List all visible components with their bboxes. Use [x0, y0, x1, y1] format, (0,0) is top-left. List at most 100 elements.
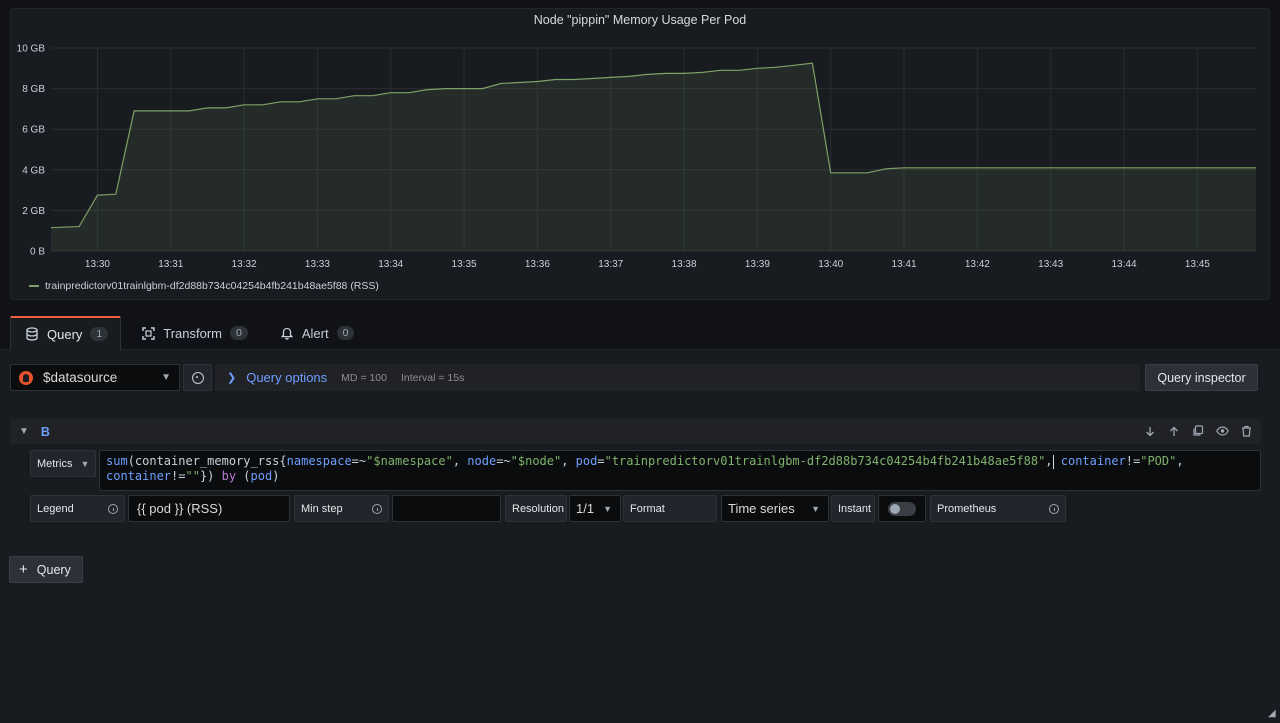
legend-label[interactable]: trainpredictorv01trainlgbm-df2d88b734c04… — [45, 280, 379, 292]
add-query-label: Query — [36, 562, 71, 577]
expr-close: }) — [199, 469, 222, 483]
x-tick-label: 13:44 — [1111, 259, 1136, 270]
add-query-button[interactable]: + Query — [9, 556, 83, 583]
format-value: Time series — [728, 501, 795, 516]
expr-paren: ) — [272, 469, 280, 483]
expr-by: by — [221, 469, 237, 483]
resolution-value: 1/1 — [576, 501, 595, 516]
move-down-icon[interactable] — [1143, 424, 1157, 438]
format-select[interactable]: Time series ▼ — [721, 495, 829, 522]
y-tick-label: 0 B — [30, 247, 45, 258]
x-tick-label: 13:31 — [158, 259, 183, 270]
expr-op: =~ — [496, 454, 511, 468]
legend-item[interactable]: trainpredictorv01trainlgbm-df2d88b734c04… — [29, 280, 379, 292]
expr-value-node: "$node" — [510, 454, 562, 468]
trash-icon[interactable] — [1239, 424, 1253, 438]
info-icon[interactable] — [108, 503, 118, 514]
prometheus-exemplars-label: Prometheus — [930, 495, 1066, 522]
x-tick-label: 13:37 — [598, 259, 623, 270]
expr-value-namespace: "$namespace" — [366, 454, 453, 468]
legend-format-input[interactable]: {{ pod }} (RSS) — [128, 495, 290, 522]
metrics-label: Metrics — [37, 457, 73, 470]
expr-label-container: container — [106, 469, 172, 483]
x-tick-label: 13:32 — [232, 259, 257, 270]
instant-toggle-box[interactable] — [878, 495, 926, 522]
expr-label-node: node — [467, 454, 497, 468]
info-icon[interactable] — [372, 503, 382, 514]
x-tick-label: 13:38 — [672, 259, 697, 270]
bell-icon — [280, 326, 294, 340]
expr-sep: , — [561, 454, 576, 468]
expr-sep: , — [1045, 454, 1053, 468]
x-tick-label: 13:35 — [452, 259, 477, 270]
prometheus-logo-icon — [19, 370, 33, 385]
chevron-down-icon: ▼ — [811, 503, 820, 514]
prometheus-text: Prometheus — [937, 502, 997, 515]
plus-icon: + — [19, 561, 28, 578]
y-tick-label: 10 GB — [17, 44, 46, 55]
expr-metric: (container_memory_rss{ — [127, 454, 287, 468]
expr-group-pod: pod — [250, 469, 273, 483]
expr-op: != — [171, 469, 186, 483]
promql-query-input[interactable]: sum(container_memory_rss{namespace=~"$na… — [99, 450, 1261, 491]
metrics-browser-button[interactable]: Metrics ▼ — [30, 450, 96, 477]
x-tick-label: 13:45 — [1185, 259, 1210, 270]
y-tick-label: 6 GB — [22, 125, 45, 136]
tab-query-label: Query — [47, 326, 83, 342]
tab-alert-count: 0 — [336, 326, 355, 340]
chevron-down-icon: ▼ — [80, 458, 90, 469]
interval-info: Interval = 15s — [400, 371, 465, 384]
x-tick-label: 13:36 — [525, 259, 550, 270]
x-tick-label: 13:41 — [892, 259, 917, 270]
panel-title[interactable]: Node "pippin" Memory Usage Per Pod — [11, 13, 1269, 27]
tab-transform[interactable]: Transform 0 — [127, 316, 260, 350]
datasource-help-button[interactable] — [183, 364, 212, 391]
x-tick-label: 13:39 — [745, 259, 770, 270]
x-tick-label: 13:40 — [818, 259, 843, 270]
expr-value-container: "POD" — [1140, 454, 1177, 468]
min-step-label: Min step — [294, 495, 389, 522]
database-icon — [25, 327, 39, 341]
memory-chart: 0 B 2 GB 4 GB 6 GB 8 GB 10 GB 13:30 13:31 13:32 1… — [17, 44, 1256, 270]
y-tick-label: 4 GB — [22, 165, 45, 176]
y-tick-label: 8 GB — [22, 84, 45, 95]
duplicate-icon[interactable] — [1191, 424, 1205, 438]
min-step-text: Min step — [301, 502, 343, 515]
x-tick-label: 13:34 — [378, 259, 403, 270]
collapse-chevron-icon[interactable]: ▼ — [19, 426, 29, 437]
resolution-select[interactable]: 1/1 ▼ — [569, 495, 621, 522]
expr-label-pod: pod — [575, 454, 598, 468]
legend-swatch — [29, 285, 39, 287]
chevron-down-icon: ▼ — [161, 372, 171, 383]
x-tick-label: 13:43 — [1038, 259, 1063, 270]
expr-label-container: container — [1053, 454, 1126, 468]
query-editor-area — [0, 350, 1280, 723]
tab-transform-count: 0 — [230, 326, 248, 340]
x-tick-label: 13:42 — [965, 259, 990, 270]
series-area — [51, 63, 1256, 252]
query-options-toggle[interactable]: ❯ Query options MD = 100 Interval = 15s — [215, 364, 1140, 391]
expr-op: =~ — [351, 454, 367, 468]
help-icon — [191, 371, 204, 384]
max-data-points-info: MD = 100 — [341, 371, 387, 384]
x-tick-label: 13:33 — [305, 259, 330, 270]
expr-op: != — [1125, 454, 1141, 468]
expr-label-namespace: namespace — [286, 454, 352, 468]
eye-icon[interactable] — [1215, 424, 1229, 438]
transform-icon — [141, 326, 155, 340]
x-tick-label: 13:30 — [85, 259, 110, 270]
min-step-input[interactable] — [392, 495, 501, 522]
query-inspector-button[interactable]: Query inspector — [1145, 364, 1258, 391]
tab-query[interactable]: Query 1 — [10, 316, 122, 350]
expr-sep: , — [1176, 454, 1184, 468]
query-name[interactable]: B — [41, 425, 50, 439]
tab-query-count: 1 — [90, 327, 109, 341]
datasource-select[interactable]: $datasource ▼ — [10, 364, 180, 391]
info-icon[interactable] — [1049, 503, 1059, 514]
resize-handle-icon[interactable]: ◢ — [1268, 708, 1278, 720]
instant-toggle[interactable] — [888, 501, 916, 516]
query-b-header[interactable]: ▼ B — [10, 419, 1261, 444]
tab-alert[interactable]: Alert 0 — [266, 316, 367, 350]
query-options-label: Query options — [246, 370, 328, 385]
move-up-icon[interactable] — [1167, 424, 1181, 438]
